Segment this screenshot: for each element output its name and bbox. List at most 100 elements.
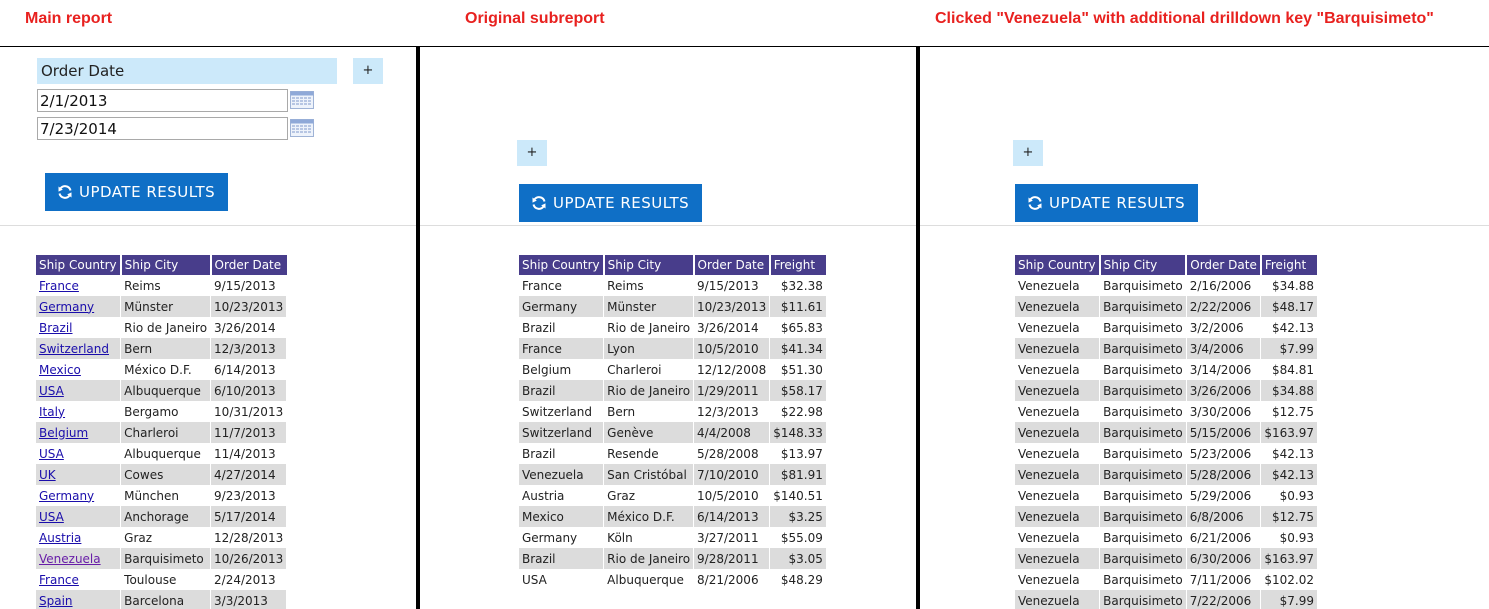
column-header: Order Date — [1186, 255, 1262, 275]
table-cell: Spain — [36, 590, 122, 609]
column-header: Ship Country — [519, 255, 605, 275]
table-cell: Venezuela — [1015, 359, 1101, 380]
table-cell: Barquisimeto — [1099, 590, 1187, 609]
table-cell: 5/28/2006 — [1186, 464, 1262, 485]
drilldown-link[interactable]: UK — [39, 468, 56, 482]
drilldown-link[interactable]: Italy — [39, 405, 65, 419]
table-cell: $13.97 — [769, 443, 827, 464]
table-cell: $163.97 — [1260, 422, 1318, 443]
table-cell: $48.29 — [769, 569, 827, 590]
table-cell: Genève — [603, 422, 695, 443]
table-row: Brazil Rio de Janeiro 3/26/2014 $65.83 — [519, 317, 827, 338]
table-cell: 3/30/2006 — [1186, 401, 1262, 422]
table-cell: Barquisimeto — [1099, 380, 1187, 401]
table-cell: 9/23/2013 — [210, 485, 288, 506]
table-cell: Brazil — [519, 548, 605, 569]
table-row: Venezuela Barquisimeto 6/30/2006 $163.97 — [1015, 548, 1318, 569]
update-results-button[interactable]: UPDATE RESULTS — [45, 173, 228, 211]
table-cell: $11.61 — [769, 296, 827, 317]
table-cell: México D.F. — [603, 506, 695, 527]
table-cell: 2/22/2006 — [1186, 296, 1262, 317]
table-cell: Venezuela — [36, 548, 122, 569]
update-results-button[interactable]: UPDATE RESULTS — [519, 184, 702, 222]
table-cell: Venezuela — [1015, 380, 1101, 401]
table-cell: Reims — [603, 275, 695, 296]
table-row: Venezuela Barquisimeto 3/14/2006 $84.81 — [1015, 359, 1318, 380]
column-header: Order Date — [210, 255, 287, 275]
drilldown-link[interactable]: France — [39, 279, 79, 293]
table-cell: Rio de Janeiro — [603, 380, 695, 401]
drilldown-link[interactable]: Austria — [39, 531, 81, 545]
drilldown-link[interactable]: Brazil — [39, 321, 73, 335]
drilldown-link[interactable]: Germany — [39, 489, 94, 503]
drilldown-link[interactable]: Mexico — [39, 363, 81, 377]
date-to-input[interactable] — [37, 117, 288, 140]
table-cell: France — [519, 275, 605, 296]
table-cell: 10/5/2010 — [693, 338, 771, 359]
table-cell: Barquisimeto — [1099, 527, 1187, 548]
drilldown-link[interactable]: USA — [39, 510, 64, 524]
table-cell: $55.09 — [769, 527, 827, 548]
table-cell: $3.05 — [769, 548, 827, 569]
table-cell: Brazil — [519, 443, 605, 464]
add-parameter-button[interactable]: + — [353, 58, 383, 84]
table-cell: Venezuela — [1015, 464, 1101, 485]
table-row: USA Albuquerque 11/4/2013 — [36, 443, 288, 464]
table-cell: 3/3/2013 — [210, 590, 288, 609]
drilldown-link[interactable]: USA — [39, 447, 64, 461]
table-cell: 3/4/2006 — [1186, 338, 1262, 359]
table-row: Venezuela San Cristóbal 7/10/2010 $81.91 — [519, 464, 827, 485]
drilldown-link[interactable]: Switzerland — [39, 342, 109, 356]
add-parameter-button[interactable]: + — [1013, 140, 1043, 166]
table-cell: Münster — [120, 296, 212, 317]
table-cell: Bern — [120, 338, 212, 359]
calendar-icon[interactable] — [290, 91, 314, 109]
drilldown-link[interactable]: France — [39, 573, 79, 587]
table-cell: Barcelona — [120, 590, 212, 609]
calendar-icon[interactable] — [290, 119, 314, 137]
column-header: Order Date — [693, 255, 771, 275]
table-cell: France — [36, 569, 122, 590]
table-cell: 4/4/2008 — [693, 422, 771, 443]
update-results-button[interactable]: UPDATE RESULTS — [1015, 184, 1198, 222]
table-cell: 6/14/2013 — [210, 359, 288, 380]
table-cell: Bergamo — [120, 401, 212, 422]
column-header: Freight — [769, 255, 827, 275]
table-cell: 5/17/2014 — [210, 506, 288, 527]
table-row: Spain Barcelona 3/3/2013 — [36, 590, 288, 609]
add-parameter-button[interactable]: + — [517, 140, 547, 166]
drilldown-link[interactable]: Spain — [39, 594, 73, 608]
table-cell: UK — [36, 464, 122, 485]
table-row: Venezuela Barquisimeto 5/15/2006 $163.97 — [1015, 422, 1318, 443]
drilldown-link[interactable]: Belgium — [39, 426, 88, 440]
drilldown-link[interactable]: Germany — [39, 300, 94, 314]
table-cell: Resende — [603, 443, 695, 464]
update-results-label: UPDATE RESULTS — [79, 183, 216, 201]
table-cell: Venezuela — [519, 464, 605, 485]
table-cell: $102.02 — [1260, 569, 1318, 590]
table-row: Brazil Rio de Janeiro 1/29/2011 $58.17 — [519, 380, 827, 401]
table-row: Austria Graz 10/5/2010 $140.51 — [519, 485, 827, 506]
table-row: Germany Köln 3/27/2011 $55.09 — [519, 527, 827, 548]
table-cell: Venezuela — [1015, 548, 1101, 569]
drilldown-link[interactable]: USA — [39, 384, 64, 398]
table-cell: USA — [519, 569, 605, 590]
table-cell: $42.13 — [1260, 443, 1318, 464]
table-cell: 5/23/2006 — [1186, 443, 1262, 464]
table-cell: 10/31/2013 — [210, 401, 288, 422]
table-cell: München — [120, 485, 212, 506]
table-cell: $84.81 — [1260, 359, 1318, 380]
table-cell: 10/23/2013 — [210, 296, 288, 317]
table-cell: 5/28/2008 — [693, 443, 771, 464]
drilldown-link[interactable]: Venezuela — [39, 552, 101, 566]
table-cell: $12.75 — [1260, 401, 1318, 422]
table-cell: $42.13 — [1260, 317, 1318, 338]
date-from-input[interactable] — [37, 89, 288, 112]
table-row: Venezuela Barquisimeto 7/22/2006 $7.99 — [1015, 590, 1318, 609]
table-cell: USA — [36, 443, 122, 464]
table-cell: $0.93 — [1260, 485, 1318, 506]
table-row: USA Albuquerque 6/10/2013 — [36, 380, 288, 401]
table-cell: 12/3/2013 — [693, 401, 771, 422]
table-cell: Venezuela — [1015, 485, 1101, 506]
table-cell: Köln — [603, 527, 695, 548]
